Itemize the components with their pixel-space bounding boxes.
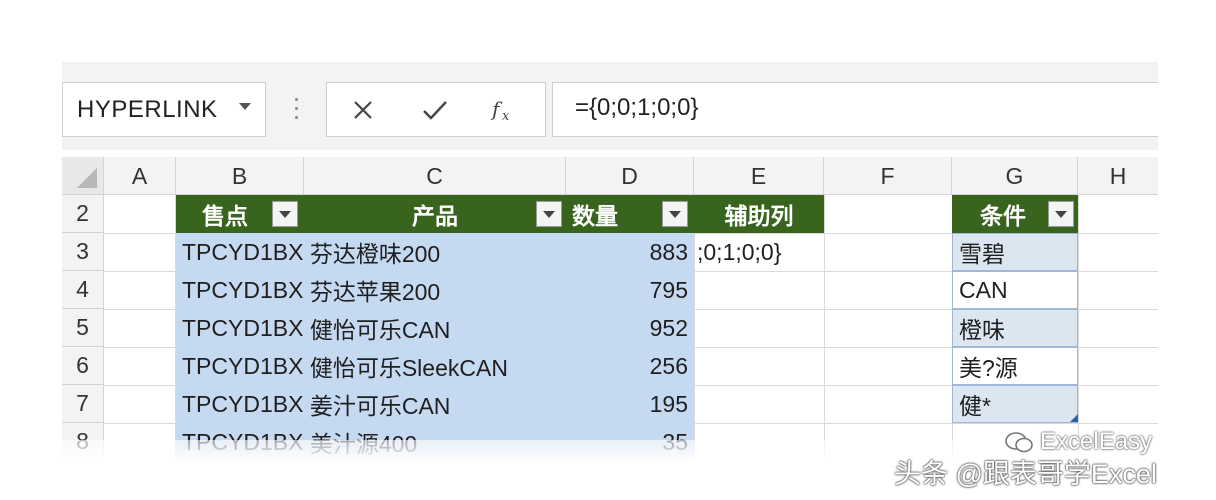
condition-cell[interactable]: 雪碧 [952,233,1078,271]
table-row[interactable]: TPCYD1BX 健怡可乐CAN [176,309,566,347]
filter-arrow-icon [669,210,681,218]
grid-line [824,195,825,461]
qty-cell[interactable]: 195 [566,385,694,423]
outlet-cell: TPCYD1BX [182,238,304,265]
outlet-cell: TPCYD1BX [182,352,304,379]
more-options-icon[interactable] [291,98,301,124]
filter-arrow-icon [543,210,555,218]
table-row[interactable]: TPCYD1BX 姜汁可乐CAN [176,385,566,423]
cancel-button[interactable] [343,91,383,129]
conditions-header-label: 条件 [980,203,1026,229]
enter-button[interactable] [415,91,455,129]
table-header-outlet-label: 售点 [202,203,248,229]
formula-input[interactable]: ={0;0;1;0;0} [552,82,1158,137]
grid-line [1078,195,1079,461]
column-header-e[interactable]: E [694,157,824,195]
column-header-b[interactable]: B [176,157,304,195]
product-cell: 芬达橙味200 [309,241,441,267]
helper-column-header[interactable]: 辅助列 [694,195,824,233]
row-header-3[interactable]: 3 [62,233,104,271]
watermark-line2: 头条 @跟表哥学Excel [894,459,1157,489]
wechat-logo-icon [1005,432,1033,453]
table-header-product-label: 产品 [412,203,458,229]
table-row[interactable]: TPCYD1BX 健怡可乐SleekCAN [176,347,566,385]
formula-text: ={0;0;1;0;0} [575,94,699,121]
filter-dropdown-product[interactable] [536,201,562,227]
helper-column-header-label: 辅助列 [724,203,794,229]
condition-cell[interactable]: 健* [952,385,1078,423]
column-header-c[interactable]: C [304,157,566,195]
condition-cell[interactable]: CAN [952,271,1078,309]
column-header-a[interactable]: A [104,157,176,195]
select-all-button[interactable] [62,157,104,195]
insert-function-button[interactable]: f x [485,91,525,129]
product-cell: 芬达苹果200 [309,279,441,305]
row-header-6[interactable]: 6 [62,347,104,385]
condition-cell[interactable]: 橙味 [952,309,1078,347]
table-resize-handle[interactable] [1070,414,1078,422]
qty-cell[interactable]: 952 [566,309,694,347]
function-fx-icon: f x [490,97,510,124]
cancel-icon [354,101,372,119]
outlet-cell: TPCYD1BX [182,390,304,417]
outlet-cell: TPCYD1BX [182,276,304,303]
filter-dropdown-conditions[interactable] [1048,201,1074,227]
filter-dropdown-outlet[interactable] [272,201,298,227]
column-header-g[interactable]: G [952,157,1078,195]
column-header-h[interactable]: H [1078,157,1158,195]
product-cell: 姜汁可乐CAN [309,393,451,419]
table-row[interactable]: TPCYD1BX 芬达橙味200 [176,233,566,271]
name-box-value: HYPERLINK [77,96,218,123]
product-cell: 健怡可乐CAN [309,317,451,343]
table-row[interactable]: TPCYD1BX 芬达苹果200 [176,271,566,309]
qty-cell[interactable]: 795 [566,271,694,309]
check-icon [423,101,447,120]
svg-text:x: x [502,109,510,124]
row-header-5[interactable]: 5 [62,309,104,347]
column-header-d[interactable]: D [566,157,694,195]
formula-buttons: f x [326,82,546,137]
qty-cell[interactable]: 883 [566,233,694,271]
select-all-icon [77,168,97,188]
filter-dropdown-qty[interactable] [662,201,688,227]
condition-cell[interactable]: 美?源 [952,347,1078,385]
name-box[interactable]: HYPERLINK [62,82,266,137]
product-cell: 健怡可乐SleekCAN [309,355,508,381]
filter-arrow-icon [1055,210,1067,218]
row-header-7[interactable]: 7 [62,385,104,423]
row-header-2[interactable]: 2 [62,195,104,233]
outlet-cell: TPCYD1BX [182,314,304,341]
helper-cell-e3[interactable]: ;0;1;0;0} [695,233,824,271]
filter-arrow-icon [279,210,291,218]
column-header-f[interactable]: F [824,157,952,195]
qty-cell[interactable]: 256 [566,347,694,385]
name-box-dropdown-icon[interactable] [239,103,251,110]
table-header-product[interactable]: 产品 [304,195,566,233]
table-header-qty-label: 数量 [572,203,618,229]
row-header-4[interactable]: 4 [62,271,104,309]
